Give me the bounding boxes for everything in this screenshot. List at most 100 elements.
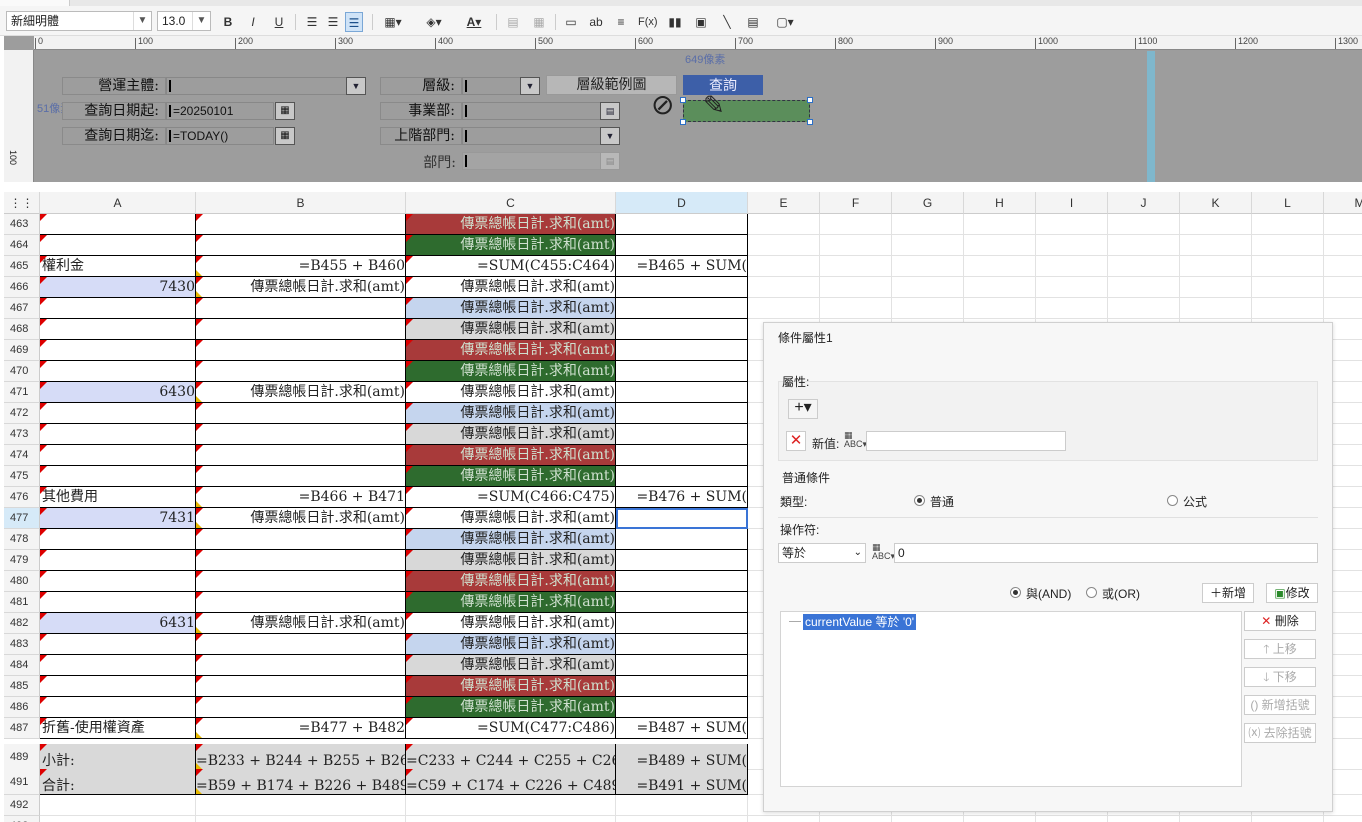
select-all-corner[interactable]: ⋮⋮: [4, 192, 40, 214]
row-header[interactable]: 469: [4, 340, 40, 361]
type-normal-radio[interactable]: [914, 495, 925, 506]
row-header[interactable]: 480: [4, 571, 40, 592]
cell-d475[interactable]: [616, 466, 748, 487]
chevron-down-icon[interactable]: ▼: [520, 77, 540, 95]
cell-a484[interactable]: [40, 655, 196, 676]
empty-cell[interactable]: [1108, 298, 1180, 319]
empty-cell[interactable]: [748, 214, 820, 235]
row-header[interactable]: 489: [4, 744, 40, 770]
cell-d485[interactable]: [616, 676, 748, 697]
empty-cell[interactable]: [748, 235, 820, 256]
widget-icon[interactable]: ▤: [744, 12, 762, 32]
chevron-down-icon[interactable]: ▼: [346, 77, 366, 95]
resize-handle[interactable]: [680, 119, 686, 125]
boundary-marker[interactable]: [1147, 51, 1155, 182]
cell-a478[interactable]: [40, 529, 196, 550]
value-type-icon[interactable]: ▦ ABC▾: [844, 431, 867, 449]
cell-c468[interactable]: 傳票總帳日計.求和(amt): [406, 319, 616, 340]
cell-c472[interactable]: 傳票總帳日計.求和(amt): [406, 403, 616, 424]
empty-cell[interactable]: [964, 816, 1036, 822]
new-value-input[interactable]: [866, 431, 1066, 451]
cell-d491[interactable]: =B491 + SUM(: [616, 769, 748, 795]
align-center-icon[interactable]: ☰: [324, 12, 342, 32]
empty-cell[interactable]: [892, 298, 964, 319]
column-header[interactable]: I: [1036, 192, 1108, 214]
chevron-down-icon[interactable]: ▼: [133, 12, 151, 30]
cell-b469[interactable]: [196, 340, 406, 361]
underline-button[interactable]: U: [270, 12, 288, 32]
row-header[interactable]: 492: [4, 795, 40, 816]
cell-a472[interactable]: [40, 403, 196, 424]
operand-input[interactable]: 0: [894, 543, 1318, 563]
column-header[interactable]: F: [820, 192, 892, 214]
empty-cell[interactable]: [196, 816, 406, 822]
cell-a471[interactable]: 6430: [40, 382, 196, 403]
cell-a474[interactable]: [40, 445, 196, 466]
cell-c483[interactable]: 傳票總帳日計.求和(amt): [406, 634, 616, 655]
empty-cell[interactable]: [964, 214, 1036, 235]
cell-c466[interactable]: 傳票總帳日計.求和(amt): [406, 277, 616, 298]
row-header[interactable]: 470: [4, 361, 40, 382]
chevron-down-icon[interactable]: ⌄: [854, 544, 862, 562]
row-header[interactable]: 483: [4, 634, 40, 655]
text-field-icon[interactable]: ▭: [562, 12, 580, 32]
column-header[interactable]: C: [406, 192, 616, 214]
cell-d463[interactable]: [616, 214, 748, 235]
row-header[interactable]: 473: [4, 424, 40, 445]
cell-c487[interactable]: =SUM(C477:C486): [406, 718, 616, 739]
empty-cell[interactable]: [964, 235, 1036, 256]
align-right-icon[interactable]: ☰: [345, 12, 363, 32]
row-header[interactable]: 466: [4, 277, 40, 298]
level-select[interactable]: ▼: [462, 77, 540, 95]
remove-bracket-button[interactable]: ⒳ 去除括號: [1244, 723, 1316, 743]
cell-b477[interactable]: 傳票總帳日計.求和(amt): [196, 508, 406, 529]
resize-handle[interactable]: [680, 97, 686, 103]
cell-d465[interactable]: =B465 + SUM(: [616, 256, 748, 277]
cell-b475[interactable]: [196, 466, 406, 487]
empty-cell[interactable]: [748, 277, 820, 298]
hidden-eye-icon[interactable]: ⊘: [651, 91, 674, 119]
empty-cell[interactable]: [406, 795, 616, 816]
frame-icon[interactable]: ▢▾: [770, 12, 800, 32]
cell-b491[interactable]: =B59 + B174 + B226 + B489: [196, 769, 406, 795]
empty-cell[interactable]: [1036, 298, 1108, 319]
cell-b487[interactable]: =B477 + B482: [196, 718, 406, 739]
empty-cell[interactable]: [892, 816, 964, 822]
cell-d468[interactable]: [616, 319, 748, 340]
row-header[interactable]: 477: [4, 508, 40, 529]
division-field[interactable]: ▤: [462, 102, 620, 120]
row-header[interactable]: 474: [4, 445, 40, 466]
cell-a473[interactable]: [40, 424, 196, 445]
paragraph-icon[interactable]: ≡: [612, 12, 630, 32]
cell-a489[interactable]: 小計:: [40, 744, 196, 770]
bold-button[interactable]: B: [219, 12, 237, 32]
empty-cell[interactable]: [1252, 816, 1324, 822]
row-header[interactable]: 475: [4, 466, 40, 487]
cell-c467[interactable]: 傳票總帳日計.求和(amt): [406, 298, 616, 319]
empty-cell[interactable]: [748, 298, 820, 319]
column-header[interactable]: D: [616, 192, 748, 214]
cell-b473[interactable]: [196, 424, 406, 445]
or-radio[interactable]: [1086, 587, 1097, 598]
empty-cell[interactable]: [1180, 214, 1252, 235]
empty-cell[interactable]: [748, 816, 820, 822]
column-header[interactable]: K: [1180, 192, 1252, 214]
row-header[interactable]: 493: [4, 816, 40, 822]
cell-c489[interactable]: =C233 + C244 + C255 + C266: [406, 744, 616, 770]
cell-b472[interactable]: [196, 403, 406, 424]
cell-b486[interactable]: [196, 697, 406, 718]
align-left-icon[interactable]: ☰: [303, 12, 321, 32]
cell-b481[interactable]: [196, 592, 406, 613]
empty-cell[interactable]: [892, 214, 964, 235]
type-formula-radio[interactable]: [1167, 495, 1178, 506]
empty-cell[interactable]: [1252, 214, 1324, 235]
row-header[interactable]: 471: [4, 382, 40, 403]
cell-a466[interactable]: 7430: [40, 277, 196, 298]
cell-d486[interactable]: [616, 697, 748, 718]
operator-select[interactable]: 等於 ⌄: [778, 543, 866, 563]
font-size-select[interactable]: 13.0 ▼: [157, 11, 211, 31]
add-condition-button[interactable]: ＋新增: [1202, 583, 1254, 603]
empty-cell[interactable]: [1036, 816, 1108, 822]
empty-cell[interactable]: [748, 256, 820, 277]
parent-dept-select[interactable]: ▼: [462, 127, 620, 145]
